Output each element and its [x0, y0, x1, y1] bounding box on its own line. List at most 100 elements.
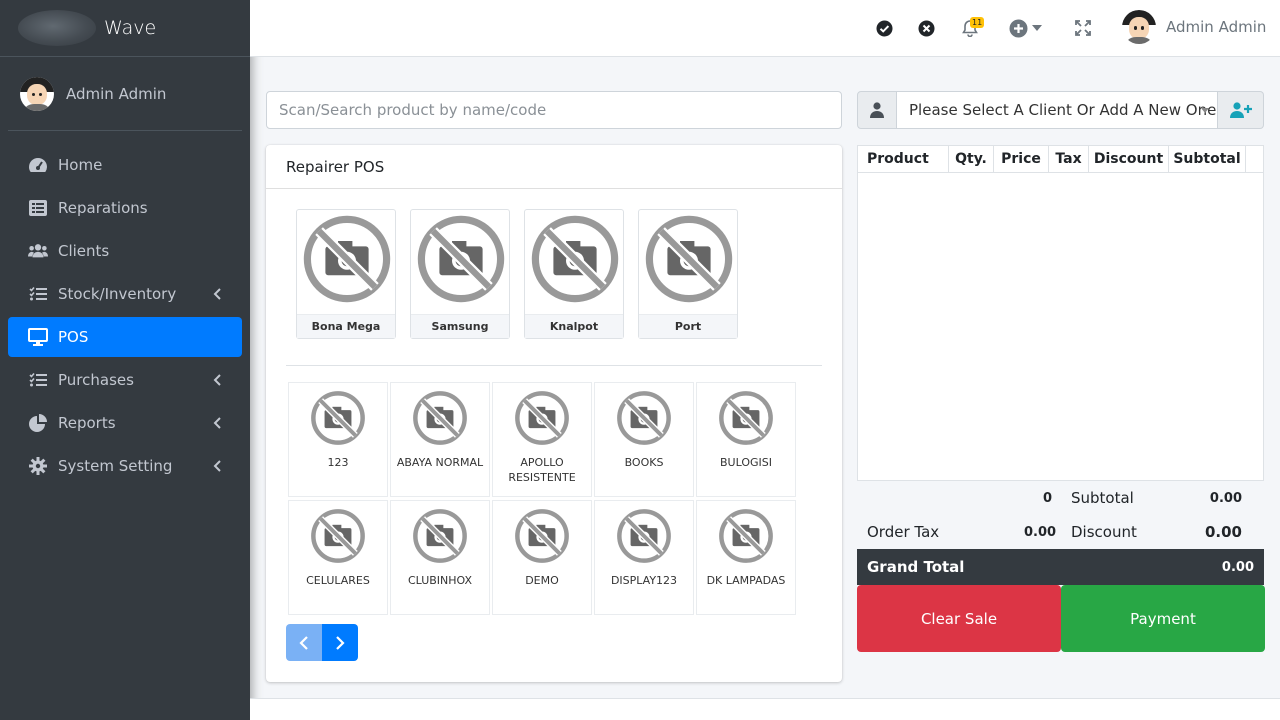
- category-label: Bona Mega: [297, 314, 395, 338]
- category-tile[interactable]: Bona Mega: [296, 209, 396, 339]
- sidebar-item-clients[interactable]: Clients: [8, 231, 242, 271]
- product-label: ABAYA NORMAL: [396, 456, 484, 469]
- column-header-tax: Tax: [1049, 146, 1089, 172]
- sidebar-user-name: Admin Admin: [66, 84, 167, 103]
- product-tile[interactable]: BOOKS: [594, 382, 694, 497]
- sidebar-item-label: Purchases: [58, 371, 134, 389]
- category-tile[interactable]: Samsung: [410, 209, 510, 339]
- check-circle-icon[interactable]: [873, 17, 895, 39]
- sidebar-item-system-setting[interactable]: System Setting: [8, 446, 242, 486]
- no-image-icon: [616, 508, 672, 568]
- sidebar-nav: Home Reparations Clients Stock/Inventory: [0, 131, 250, 486]
- close-circle-icon[interactable]: [915, 17, 937, 39]
- sidebar-item-purchases[interactable]: Purchases: [8, 360, 242, 400]
- product-search-input[interactable]: [266, 91, 842, 129]
- no-image-icon: [718, 508, 774, 568]
- gear-icon: [28, 456, 48, 476]
- add-client-button[interactable]: [1218, 91, 1264, 129]
- product-tile[interactable]: BULOGISI: [696, 382, 796, 497]
- product-label: CLUBINHOX: [407, 574, 473, 587]
- no-image-icon: [616, 390, 672, 450]
- product-tile[interactable]: CLUBINHOX: [390, 500, 490, 615]
- items-count: 0: [1043, 491, 1053, 506]
- fullscreen-icon[interactable]: [1072, 17, 1094, 39]
- column-header-product: Product: [858, 146, 949, 172]
- pie-chart-icon: [28, 413, 48, 433]
- product-tile[interactable]: DISPLAY123: [594, 500, 694, 615]
- product-label: APOLLO RESISTENTE: [508, 456, 576, 484]
- notification-badge: 11: [970, 17, 985, 28]
- users-icon: [28, 241, 48, 261]
- order-tax-label: Order Tax: [867, 523, 940, 541]
- no-image-icon: [302, 214, 392, 308]
- user-plus-icon: [1229, 102, 1252, 118]
- sidebar-item-pos[interactable]: POS: [8, 317, 242, 357]
- column-header-subtotal: Subtotal: [1169, 146, 1246, 172]
- product-label: BULOGISI: [720, 456, 772, 469]
- caret-down-icon: [1201, 108, 1209, 113]
- caret-down-icon[interactable]: [1030, 17, 1044, 39]
- user-icon: [857, 91, 897, 129]
- tasks-icon: [28, 284, 48, 304]
- product-tile[interactable]: DK LAMPADAS: [696, 500, 796, 615]
- grand-total-label: Grand Total: [867, 558, 965, 576]
- footer: [250, 698, 1280, 720]
- category-tile[interactable]: Knalpot: [524, 209, 624, 339]
- user-panel[interactable]: Admin Admin: [8, 57, 242, 131]
- chevron-left-icon: [213, 288, 221, 300]
- cart-totals: 0 Subtotal 0.00 Order Tax 0.00 Discount …: [857, 481, 1264, 549]
- product-tile[interactable]: CELULARES: [288, 500, 388, 615]
- category-label: Samsung: [411, 314, 509, 338]
- divider: [286, 365, 822, 366]
- no-image-icon: [530, 214, 620, 308]
- order-tax-value: 0.00: [1024, 525, 1057, 540]
- product-label: DEMO: [525, 574, 559, 587]
- category-list: Bona Mega Samsung Knalpot Port: [296, 209, 738, 339]
- product-label: CELULARES: [306, 574, 370, 587]
- sidebar-item-home[interactable]: Home: [8, 145, 242, 185]
- prev-page-button[interactable]: [286, 624, 322, 661]
- dashboard-icon: [28, 155, 48, 175]
- header-user-name[interactable]: Admin Admin: [1166, 18, 1266, 36]
- brand-logo: [18, 10, 96, 46]
- card-title: Repairer POS: [266, 145, 842, 189]
- top-navbar: 11 Admin Admin: [250, 0, 1280, 57]
- list-icon: [28, 198, 48, 218]
- chevron-left-icon: [213, 374, 221, 386]
- product-tile[interactable]: APOLLO RESISTENTE: [492, 382, 592, 497]
- discount-value: 0.00: [1204, 523, 1242, 541]
- brand-link[interactable]: Wave: [0, 0, 250, 57]
- tasks-icon: [28, 370, 48, 390]
- clear-sale-button[interactable]: Clear Sale: [857, 585, 1061, 652]
- sidebar-item-label: Home: [58, 156, 103, 174]
- product-tile[interactable]: ABAYA NORMAL: [390, 382, 490, 497]
- sidebar-item-reparations[interactable]: Reparations: [8, 188, 242, 228]
- category-tile[interactable]: Port: [638, 209, 738, 339]
- desktop-icon: [28, 327, 48, 347]
- no-image-icon: [310, 390, 366, 450]
- discount-label: Discount: [1071, 523, 1137, 541]
- sidebar-item-stock-inventory[interactable]: Stock/Inventory: [8, 274, 242, 314]
- cart-table-header: Product Qty. Price Tax Discount Subtotal: [858, 146, 1263, 173]
- client-selector: Please Select A Client Or Add A New One: [857, 91, 1264, 129]
- no-image-icon: [412, 390, 468, 450]
- sidebar: Wave Admin Admin Home Reparations Client…: [0, 0, 250, 720]
- column-header-discount: Discount: [1089, 146, 1169, 172]
- sidebar-item-reports[interactable]: Reports: [8, 403, 242, 443]
- column-header-qty: Qty.: [949, 146, 994, 172]
- next-page-button[interactable]: [322, 624, 358, 661]
- product-label: 123: [327, 456, 349, 469]
- product-tile[interactable]: DEMO: [492, 500, 592, 615]
- product-label: DISPLAY123: [610, 574, 678, 587]
- chevron-right-icon: [336, 635, 345, 650]
- no-image-icon: [416, 214, 506, 308]
- payment-button[interactable]: Payment: [1061, 585, 1265, 652]
- avatar: [20, 76, 54, 111]
- chevron-left-icon: [213, 460, 221, 472]
- product-tile[interactable]: 123: [288, 382, 388, 497]
- chevron-left-icon: [213, 417, 221, 429]
- plus-circle-icon[interactable]: [1007, 17, 1029, 39]
- client-select[interactable]: Please Select A Client Or Add A New One: [897, 91, 1218, 129]
- header-avatar[interactable]: [1122, 10, 1156, 44]
- product-label: DK LAMPADAS: [706, 574, 786, 587]
